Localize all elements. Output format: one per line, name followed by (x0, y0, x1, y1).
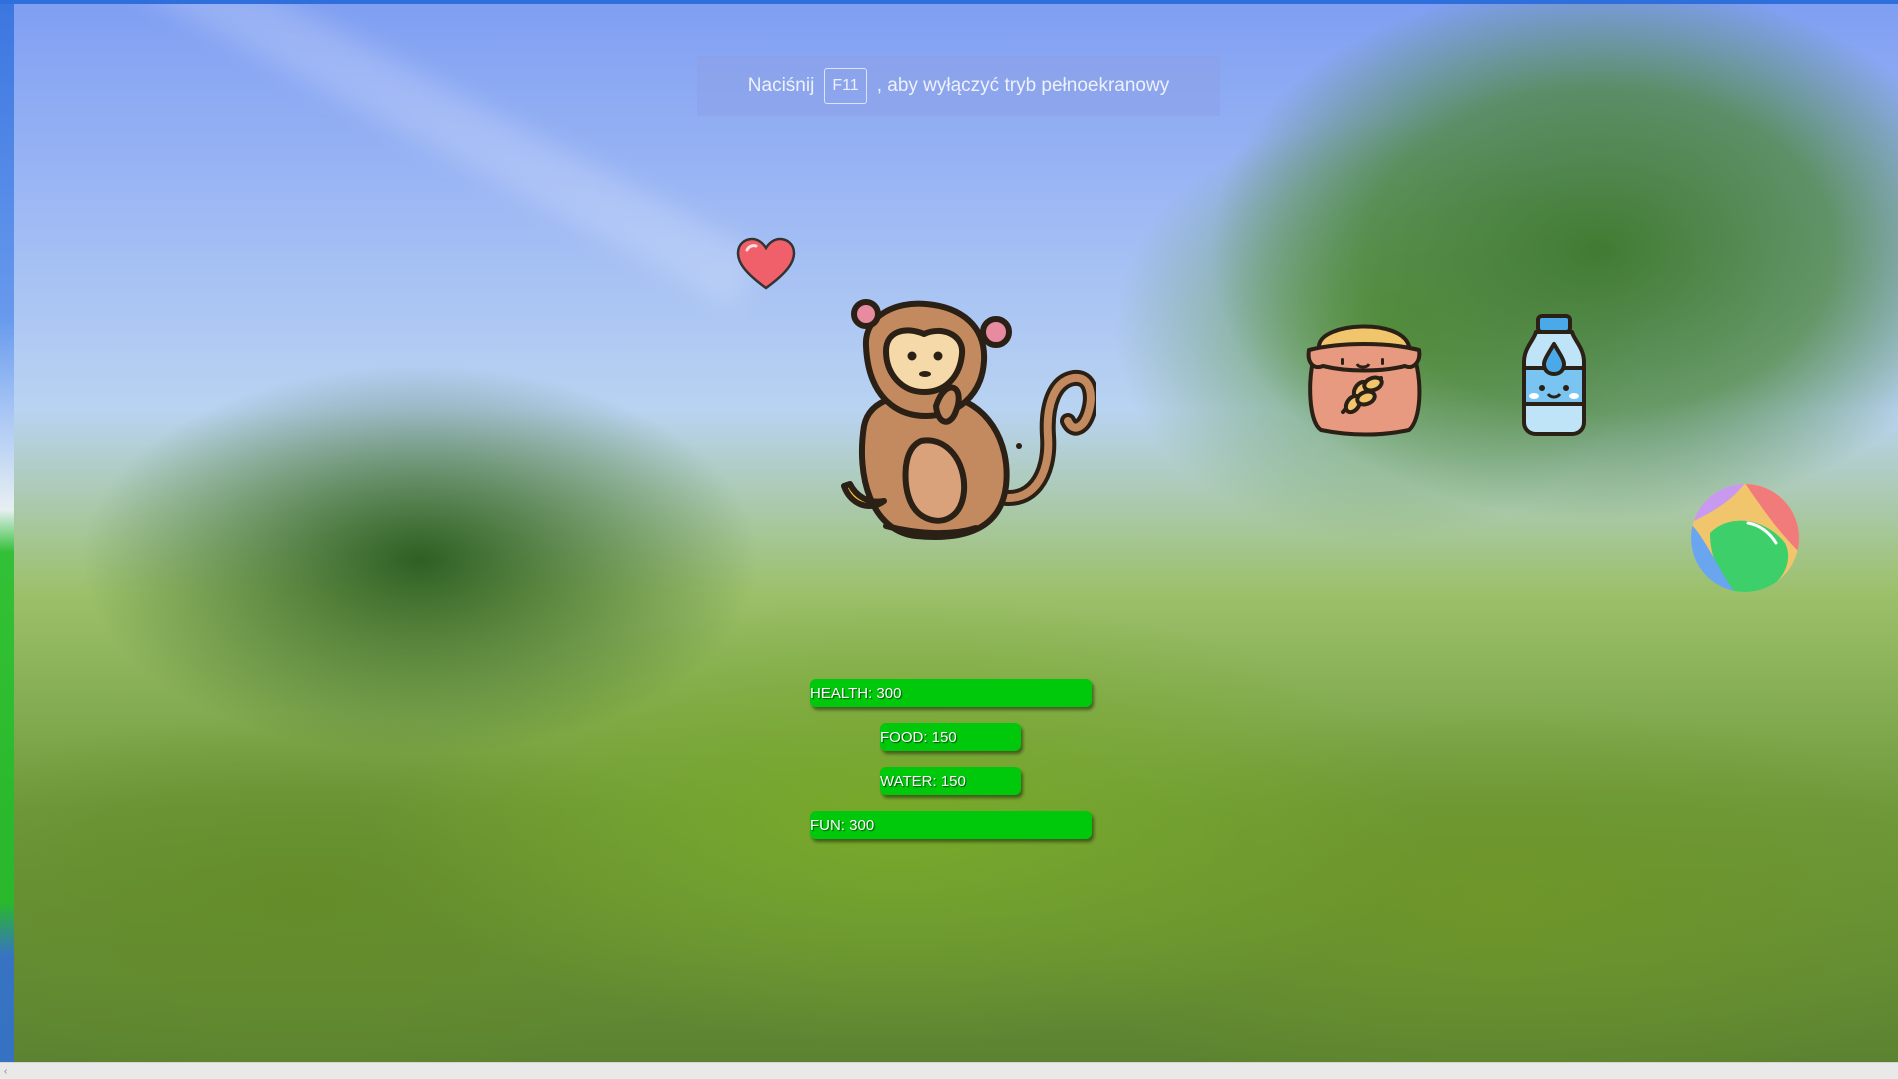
health-label: HEALTH: 300 (810, 685, 902, 702)
window-left-edge (0, 0, 14, 1062)
hint-suffix: , aby wyłączyć tryb pełnoekranowy (876, 75, 1170, 96)
fun-bar: FUN: 300 (810, 811, 1092, 839)
hint-prefix: Naciśnij (747, 75, 815, 96)
fullscreen-hint: Naciśnij F11 , aby wyłączyć tryb pełnoek… (697, 56, 1220, 116)
water-bar: WATER: 150 (880, 767, 1021, 795)
monkey-icon[interactable] (826, 296, 1096, 548)
fun-label: FUN: 300 (810, 817, 875, 834)
beach-ball-icon[interactable] (1690, 483, 1800, 593)
hint-key: F11 (824, 68, 867, 104)
water-label: WATER: 150 (880, 773, 966, 790)
food-sack-icon[interactable] (1301, 312, 1427, 438)
health-bar: HEALTH: 300 (810, 679, 1092, 707)
water-bottle-icon[interactable] (1516, 312, 1592, 438)
food-bar: FOOD: 150 (880, 723, 1021, 751)
game-viewport: Naciśnij F11 , aby wyłączyć tryb pełnoek… (0, 0, 1898, 1079)
window-top-edge (0, 0, 1898, 4)
horizontal-scrollbar[interactable]: ‹ (0, 1062, 1898, 1079)
scroll-left-icon[interactable]: ‹ (4, 1066, 7, 1077)
heart-icon (736, 237, 796, 290)
food-label: FOOD: 150 (880, 729, 957, 746)
